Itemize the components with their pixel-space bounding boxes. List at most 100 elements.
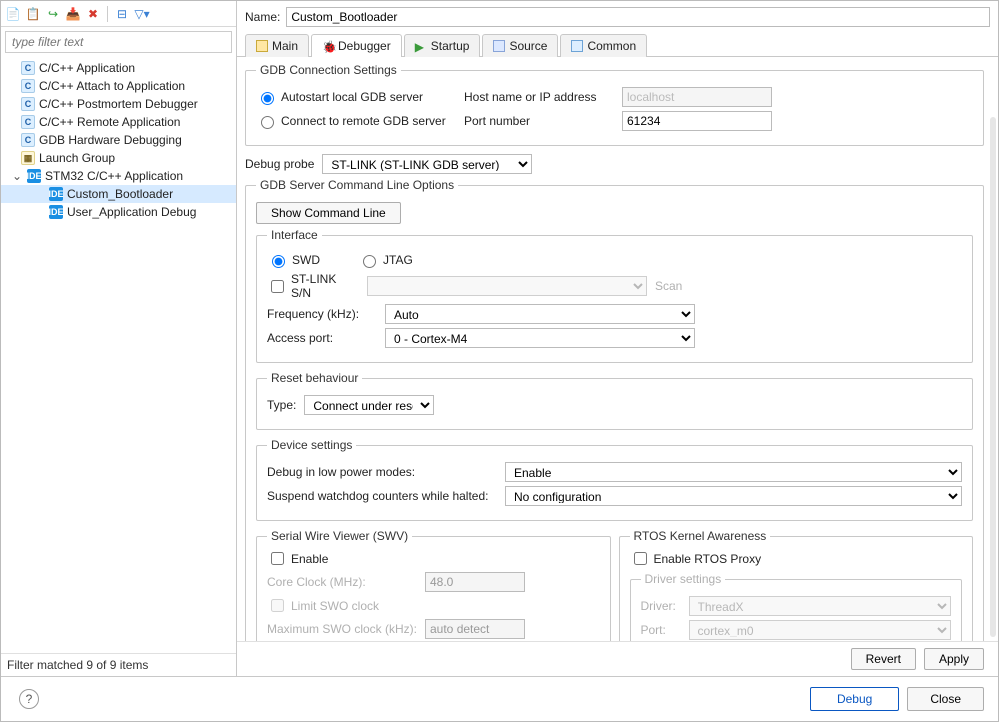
tab-debugger[interactable]: 🐞Debugger <box>311 34 402 57</box>
help-icon[interactable]: ? <box>19 689 39 709</box>
core-clock-input <box>425 572 525 592</box>
interface-group: Interface SWD JTAG ST-LINK S/N Scan Freq… <box>256 228 973 363</box>
sn-checkbox[interactable]: ST-LINK S/N <box>267 272 359 300</box>
gdb-connection-legend: GDB Connection Settings <box>256 63 401 77</box>
filter-input[interactable] <box>5 31 232 53</box>
sn-select <box>367 276 647 296</box>
tree-item[interactable]: CC/C++ Attach to Application <box>1 77 236 95</box>
port-input[interactable] <box>622 111 772 131</box>
reset-legend: Reset behaviour <box>267 371 362 385</box>
name-input[interactable] <box>286 7 990 27</box>
core-clock-label: Core Clock (MHz): <box>267 575 417 589</box>
swv-enable-checkbox[interactable]: Enable <box>267 549 600 568</box>
c-icon: C <box>21 115 35 129</box>
ide-icon: IDE <box>49 187 63 201</box>
group-icon: ▦ <box>21 151 35 165</box>
host-label: Host name or IP address <box>464 90 614 104</box>
rtos-legend: RTOS Kernel Awareness <box>630 529 771 543</box>
chevron-down-icon[interactable]: ⌄ <box>11 169 23 183</box>
debug-probe-select[interactable]: ST-LINK (ST-LINK GDB server) <box>322 154 532 174</box>
low-power-select[interactable]: Enable <box>505 462 962 482</box>
c-icon: C <box>21 61 35 75</box>
autostart-radio[interactable]: Autostart local GDB server <box>256 89 456 105</box>
rtos-port-select: cortex_m0 <box>689 620 952 640</box>
driver-select: ThreadX <box>689 596 952 616</box>
tab-main[interactable]: Main <box>245 34 309 57</box>
reset-type-label: Type: <box>267 398 296 412</box>
server-options-group: GDB Server Command Line Options Show Com… <box>245 178 984 641</box>
play-icon: ▶ <box>415 40 427 52</box>
max-swo-input <box>425 619 525 639</box>
tree-item[interactable]: CC/C++ Postmortem Debugger <box>1 95 236 113</box>
access-port-label: Access port: <box>267 331 377 345</box>
rtos-enable-checkbox[interactable]: Enable RTOS Proxy <box>630 549 963 568</box>
driver-label: Driver: <box>641 599 681 613</box>
freq-select[interactable]: Auto <box>385 304 695 324</box>
reset-type-select[interactable]: Connect under reset <box>304 395 434 415</box>
debug-button[interactable]: Debug <box>810 687 899 711</box>
c-icon: C <box>21 79 35 93</box>
show-cmdline-button[interactable]: Show Command Line <box>256 202 401 224</box>
tree-item[interactable]: ▦Launch Group <box>1 149 236 167</box>
tab-startup[interactable]: ▶Startup <box>404 34 481 57</box>
close-button[interactable]: Close <box>907 687 984 711</box>
tab-source[interactable]: Source <box>482 34 558 57</box>
low-power-label: Debug in low power modes: <box>267 465 497 479</box>
import-icon[interactable]: 📥 <box>65 6 81 22</box>
source-icon <box>493 40 505 52</box>
max-swo-label: Maximum SWO clock (kHz): <box>267 622 417 636</box>
scan-button: Scan <box>655 279 682 293</box>
swd-radio[interactable]: SWD <box>267 252 320 268</box>
port-label: Port number <box>464 114 614 128</box>
config-tree: CC/C++ Application CC/C++ Attach to Appl… <box>1 57 236 653</box>
debugger-panel: GDB Connection Settings Autostart local … <box>237 57 998 641</box>
freq-label: Frequency (kHz): <box>267 307 377 321</box>
wdog-label: Suspend watchdog counters while halted: <box>267 489 497 503</box>
export-icon[interactable]: ↪ <box>45 6 61 22</box>
remote-radio[interactable]: Connect to remote GDB server <box>256 113 456 129</box>
wdog-select[interactable]: No configuration <box>505 486 962 506</box>
tree-item[interactable]: CC/C++ Application <box>1 59 236 77</box>
tab-common[interactable]: Common <box>560 34 647 57</box>
tree-item-bootloader[interactable]: IDECustom_Bootloader <box>1 185 236 203</box>
jtag-radio[interactable]: JTAG <box>358 252 413 268</box>
delete-icon[interactable]: ✖ <box>85 6 101 22</box>
rtos-port-label: Port: <box>641 623 681 637</box>
access-port-select[interactable]: 0 - Cortex-M4 <box>385 328 695 348</box>
interface-legend: Interface <box>267 228 322 242</box>
swv-group: Serial Wire Viewer (SWV) Enable Core Clo… <box>256 529 611 641</box>
gdb-connection-group: GDB Connection Settings Autostart local … <box>245 63 984 146</box>
filter-count: Filter matched 9 of 9 items <box>1 653 236 676</box>
limit-swo-checkbox: Limit SWO clock <box>267 596 600 615</box>
c-icon: C <box>21 133 35 147</box>
driver-legend: Driver settings <box>641 572 726 586</box>
tree-item[interactable]: ⌄IDESTM32 C/C++ Application <box>1 167 236 185</box>
ide-icon: IDE <box>27 169 41 183</box>
bug-icon: 🐞 <box>322 40 334 52</box>
tab-bar: Main 🐞Debugger ▶Startup Source Common <box>237 33 998 57</box>
tree-item[interactable]: CC/C++ Remote Application <box>1 113 236 131</box>
server-options-legend: GDB Server Command Line Options <box>256 178 458 192</box>
debug-probe-label: Debug probe <box>245 157 314 171</box>
host-input <box>622 87 772 107</box>
main-tab-icon <box>256 40 268 52</box>
collapse-icon[interactable]: ⊟ <box>114 6 130 22</box>
scrollbar[interactable] <box>990 117 996 637</box>
tree-item[interactable]: CGDB Hardware Debugging <box>1 131 236 149</box>
sidebar-toolbar: 📄 📋 ↪ 📥 ✖ ⊟ ▽▾ <box>1 1 236 27</box>
name-label: Name: <box>245 10 280 24</box>
filter-icon[interactable]: ▽▾ <box>134 6 150 22</box>
rtos-group: RTOS Kernel Awareness Enable RTOS Proxy … <box>619 529 974 641</box>
device-legend: Device settings <box>267 438 356 452</box>
tree-item-userapp[interactable]: IDEUser_Application Debug <box>1 203 236 221</box>
ide-icon: IDE <box>49 205 63 219</box>
swv-legend: Serial Wire Viewer (SWV) <box>267 529 412 543</box>
reset-group: Reset behaviour Type: Connect under rese… <box>256 371 973 430</box>
apply-button[interactable]: Apply <box>924 648 984 670</box>
duplicate-icon[interactable]: 📋 <box>25 6 41 22</box>
device-group: Device settings Debug in low power modes… <box>256 438 973 521</box>
revert-button[interactable]: Revert <box>851 648 916 670</box>
driver-group: Driver settings Driver: ThreadX Port: cort… <box>630 572 963 641</box>
toolbar-separator <box>107 6 108 22</box>
new-config-icon[interactable]: 📄 <box>5 6 21 22</box>
